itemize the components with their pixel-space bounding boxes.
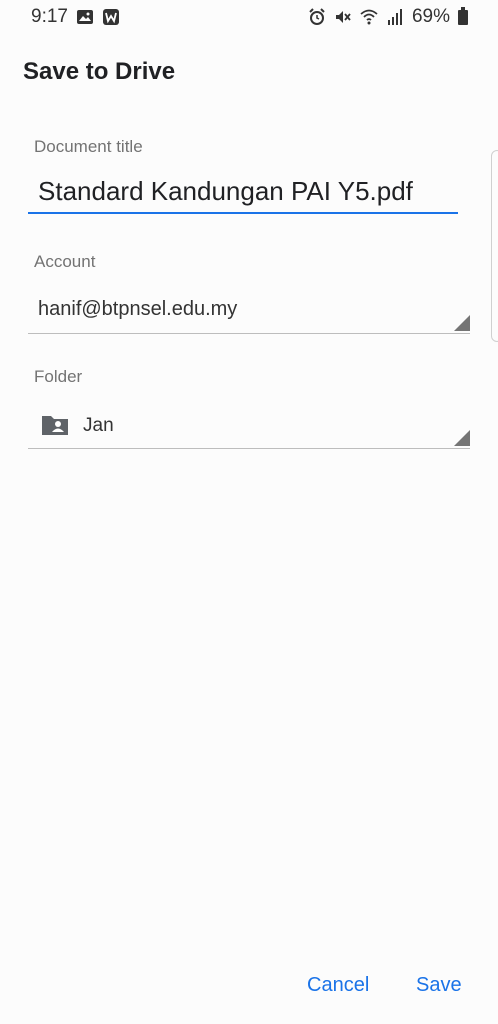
document-title-label: Document title <box>34 137 143 156</box>
account-label: Account <box>34 252 96 271</box>
alarm-icon <box>308 8 326 26</box>
dropdown-arrow-icon <box>454 430 470 446</box>
status-bar-left: 9:17 <box>31 6 120 28</box>
wifi-icon <box>360 8 378 26</box>
shared-folder-icon <box>40 413 70 437</box>
battery-icon <box>458 6 468 25</box>
save-button[interactable]: Save <box>414 970 464 1001</box>
dropdown-arrow-icon <box>454 315 470 331</box>
signal-icon <box>386 8 404 26</box>
mute-icon <box>334 8 352 26</box>
cancel-button[interactable]: Cancel <box>305 970 371 1001</box>
battery-percent: 69% <box>411 6 450 27</box>
status-time: 9:17 <box>31 6 68 27</box>
status-bar: 9:17 69% <box>0 0 498 34</box>
folder-label: Folder <box>34 367 83 386</box>
status-bar-right: 69% <box>308 6 468 28</box>
app-w-icon <box>102 8 120 26</box>
document-title-input[interactable] <box>28 170 458 214</box>
folder-dropdown[interactable]: Jan <box>28 405 470 449</box>
account-dropdown[interactable]: hanif@btpnsel.edu.my <box>28 290 470 334</box>
folder-value: Jan <box>83 415 114 436</box>
image-icon <box>76 8 94 26</box>
edge-panel-handle[interactable] <box>491 150 498 342</box>
account-value: hanif@btpnsel.edu.my <box>38 298 238 320</box>
dialog-title: Save to Drive <box>23 58 176 85</box>
